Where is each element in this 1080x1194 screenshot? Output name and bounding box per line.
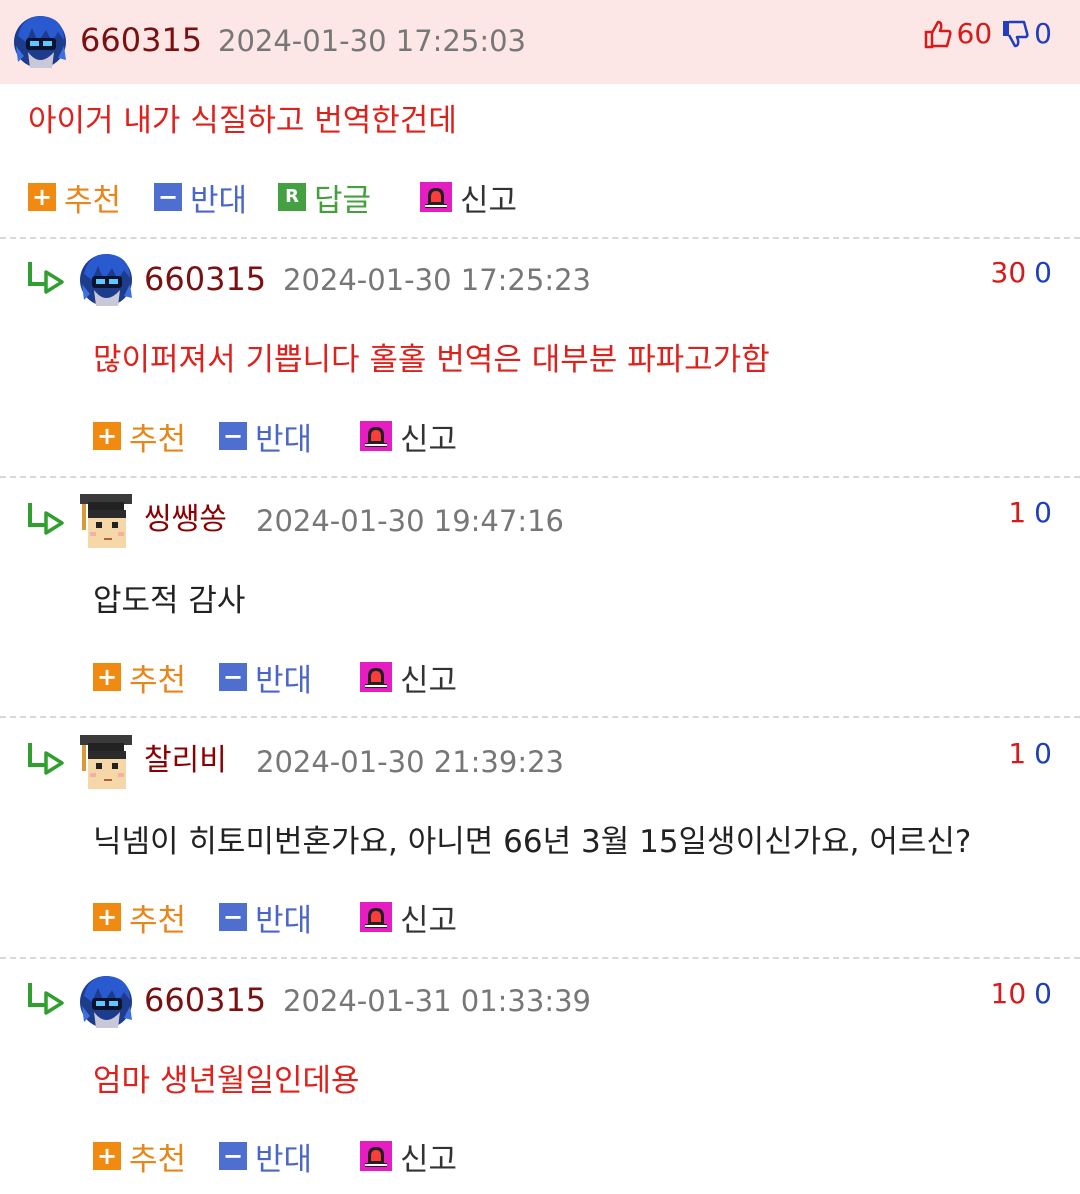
report-label: 신고 [400,421,458,458]
minus-icon: − [219,903,247,931]
comment-date: 2024-01-30 17:25:23 [283,263,591,297]
report-label: 신고 [400,902,458,939]
comment-top: 660315 2024-01-30 17:25:03 60 0 [0,0,1080,84]
recommend-label: 추천 [129,1141,187,1178]
report-button[interactable]: 신고 [360,414,457,458]
upvote-count: 10 [990,977,1027,1010]
oppose-label: 반대 [190,182,248,219]
comment-actions: + 추천 − 반대 R 답글 신고 [28,175,568,219]
vote-counter: 1 0 [1008,493,1052,533]
recommend-label: 추천 [64,182,122,219]
blue-character-avatar-icon[interactable] [78,972,134,1032]
report-label: 신고 [400,1141,458,1178]
comment-date: 2024-01-30 17:25:03 [218,24,526,58]
report-button[interactable]: 신고 [360,1134,457,1178]
graduate-avatar-icon[interactable] [78,733,134,793]
downvote-count: 0 [1034,256,1052,289]
oppose-label: 반대 [255,1141,313,1178]
vote-counter: 60 0 [923,14,1052,54]
plus-icon: + [28,183,56,211]
plus-icon: + [93,903,121,931]
siren-icon [360,1141,392,1171]
oppose-label: 반대 [255,421,313,458]
vote-counter: 10 0 [991,974,1052,1014]
recommend-label: 추천 [129,902,187,939]
siren-icon [360,421,392,451]
reply-button[interactable]: R 답글 [278,175,371,219]
oppose-button[interactable]: − 반대 [219,655,312,699]
blue-character-avatar-icon[interactable] [12,12,68,72]
plus-icon: + [93,422,121,450]
report-label: 신고 [400,662,458,699]
comment-nickname[interactable]: 660315 [144,980,266,1020]
comment-date: 2024-01-31 01:33:39 [283,984,591,1018]
divider [0,716,1080,718]
comment-date: 2024-01-30 19:47:16 [256,504,564,538]
comment-nickname[interactable]: 660315 [144,259,266,299]
downvote-count: 0 [1034,496,1052,529]
oppose-button[interactable]: − 반대 [219,895,312,939]
oppose-button[interactable]: − 반대 [154,175,247,219]
downvote-count: 0 [1034,17,1052,50]
upvote-count: 1 [1008,496,1027,529]
comment-actions: + 추천 − 반대 신고 [93,414,493,458]
upvote-count: 30 [990,256,1027,289]
recommend-button[interactable]: + 추천 [28,175,121,219]
comment-actions: + 추천 − 반대 신고 [93,1134,493,1178]
comment-date: 2024-01-30 21:39:23 [256,745,564,779]
reply-arrow-icon [26,741,66,775]
report-button[interactable]: 신고 [360,895,457,939]
report-button[interactable]: 신고 [420,175,517,219]
reply-r-icon: R [278,183,306,211]
plus-icon: + [93,1142,121,1170]
thumbs-up-icon[interactable] [923,19,953,49]
report-button[interactable]: 신고 [360,655,457,699]
reply-arrow-icon [26,260,66,294]
comment-text: 아이거 내가 식질하고 번역한건데 [28,103,457,139]
minus-icon: − [219,1142,247,1170]
divider [0,476,1080,478]
comment-actions: + 추천 − 반대 신고 [93,655,493,699]
report-label: 신고 [460,182,518,219]
comment-nickname[interactable]: 찰리비 [144,741,227,781]
recommend-button[interactable]: + 추천 [93,1134,186,1178]
vote-counter: 30 0 [991,253,1052,293]
comment-nickname[interactable]: 씽쌩쏭 [144,500,227,540]
reply-arrow-icon [26,501,66,535]
downvote-count: 0 [1034,977,1052,1010]
divider [0,237,1080,239]
plus-icon: + [93,663,121,691]
comment-text: 엄마 생년월일인데용 [93,1063,360,1099]
blue-character-avatar-icon[interactable] [78,250,134,310]
vote-counter: 1 0 [1008,734,1052,774]
divider [0,957,1080,959]
comment-actions: + 추천 − 반대 신고 [93,895,493,939]
recommend-label: 추천 [129,662,187,699]
recommend-label: 추천 [129,421,187,458]
recommend-button[interactable]: + 추천 [93,895,186,939]
recommend-button[interactable]: + 추천 [93,414,186,458]
downvote-count: 0 [1034,737,1052,770]
comment-nickname[interactable]: 660315 [80,20,202,60]
comment-text: 닉넴이 히토미번혼가요, 아니면 66년 3월 15일생이신가요, 어르신? [93,824,972,860]
oppose-label: 반대 [255,662,313,699]
oppose-button[interactable]: − 반대 [219,414,312,458]
minus-icon: − [219,422,247,450]
upvote-count: 60 [956,17,993,50]
recommend-button[interactable]: + 추천 [93,655,186,699]
siren-icon [360,662,392,692]
siren-icon [420,182,452,212]
comment-text: 압도적 감사 [93,583,246,619]
minus-icon: − [219,663,247,691]
oppose-button[interactable]: − 반대 [219,1134,312,1178]
graduate-avatar-icon[interactable] [78,492,134,552]
reply-arrow-icon [26,981,66,1015]
minus-icon: − [154,183,182,211]
reply-label: 답글 [314,182,372,219]
upvote-count: 1 [1008,737,1027,770]
siren-icon [360,902,392,932]
oppose-label: 반대 [255,902,313,939]
thumbs-down-icon[interactable] [1000,19,1030,49]
comment-text: 많이퍼져서 기쁩니다 홀홀 번역은 대부분 파파고가함 [93,342,770,378]
